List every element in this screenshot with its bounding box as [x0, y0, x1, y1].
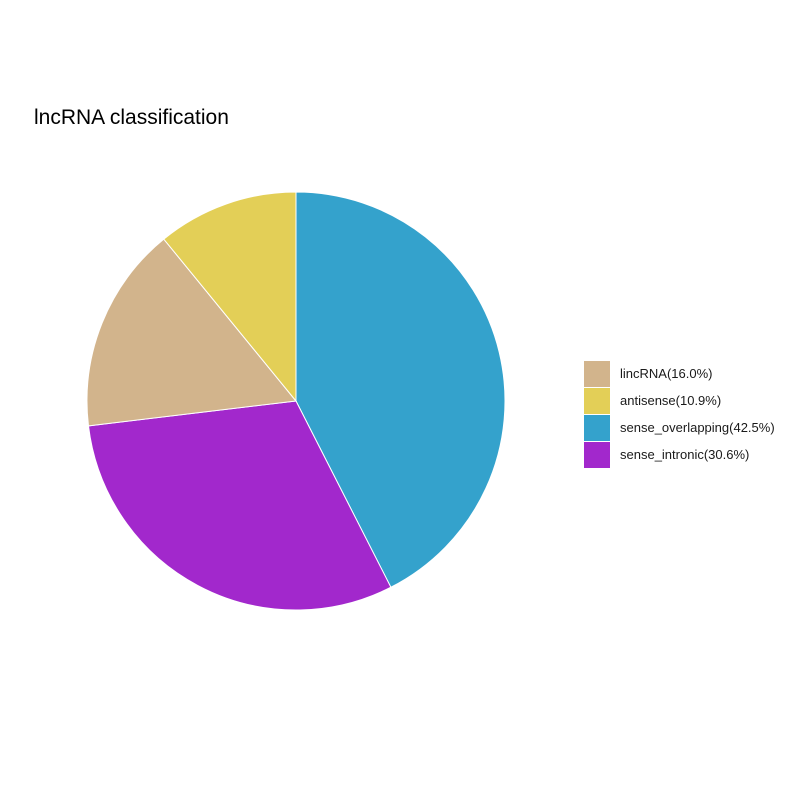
legend: lincRNA(16.0%) antisense(10.9%) sense_over… — [584, 360, 775, 468]
legend-item-antisense: antisense(10.9%) — [584, 387, 775, 414]
legend-swatch — [584, 414, 610, 441]
legend-label: antisense(10.9%) — [620, 393, 722, 408]
legend-swatch — [584, 441, 610, 468]
legend-item-sense-overlapping: sense_overlapping(42.5%) — [584, 414, 775, 441]
legend-label: lincRNA(16.0%) — [620, 366, 713, 381]
legend-item-sense-intronic: sense_intronic(30.6%) — [584, 441, 775, 468]
legend-label: sense_overlapping(42.5%) — [620, 420, 775, 435]
legend-swatch — [584, 387, 610, 414]
legend-swatch — [584, 360, 610, 387]
legend-label: sense_intronic(30.6%) — [620, 447, 750, 462]
legend-item-lincrna: lincRNA(16.0%) — [584, 360, 775, 387]
